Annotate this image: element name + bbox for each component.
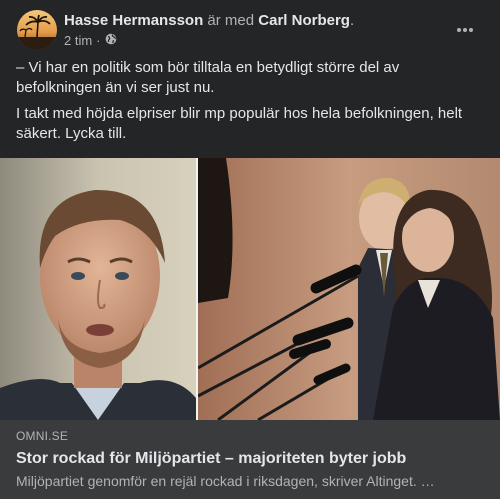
meta-separator: · [96, 33, 101, 48]
post-paragraph-2: I takt med höjda elpriser blir mp populä… [16, 105, 463, 142]
with-text: är med [207, 12, 255, 29]
post-time[interactable]: 2 tim [64, 33, 92, 49]
post-header: Hasse Hermansson är med Carl Norberg. 2 … [0, 0, 500, 56]
author-avatar[interactable] [17, 10, 57, 50]
link-domain: OMNI.SE [16, 429, 69, 443]
press-conference-photo [197, 158, 500, 420]
post-meta: 2 tim · [64, 33, 117, 49]
portrait-photo [0, 158, 196, 420]
globe-icon [105, 33, 117, 49]
post-card: Hasse Hermansson är med Carl Norberg. 2 … [0, 0, 500, 499]
more-dots-icon [457, 28, 473, 32]
post-paragraph-1: – Vi har en politik som bör tilltala en … [16, 59, 400, 96]
name-period: . [349, 12, 355, 29]
link-preview[interactable]: OMNI.SE Stor rockad för Miljöpartiet – m… [0, 420, 500, 499]
more-options-button[interactable] [450, 16, 480, 44]
author-line: Hasse Hermansson är med Carl Norberg. [64, 11, 354, 30]
link-title[interactable]: Stor rockad för Miljöpartiet – majoritet… [16, 448, 486, 469]
link-description: Miljöpartiet genomför en rejäl rockad i … [16, 473, 435, 489]
post-body: – Vi har en politik som bör tilltala en … [16, 58, 486, 150]
author-name[interactable]: Hasse Hermansson [64, 12, 203, 29]
tagged-name[interactable]: Carl Norberg [258, 12, 350, 29]
link-preview-image[interactable] [0, 158, 500, 420]
